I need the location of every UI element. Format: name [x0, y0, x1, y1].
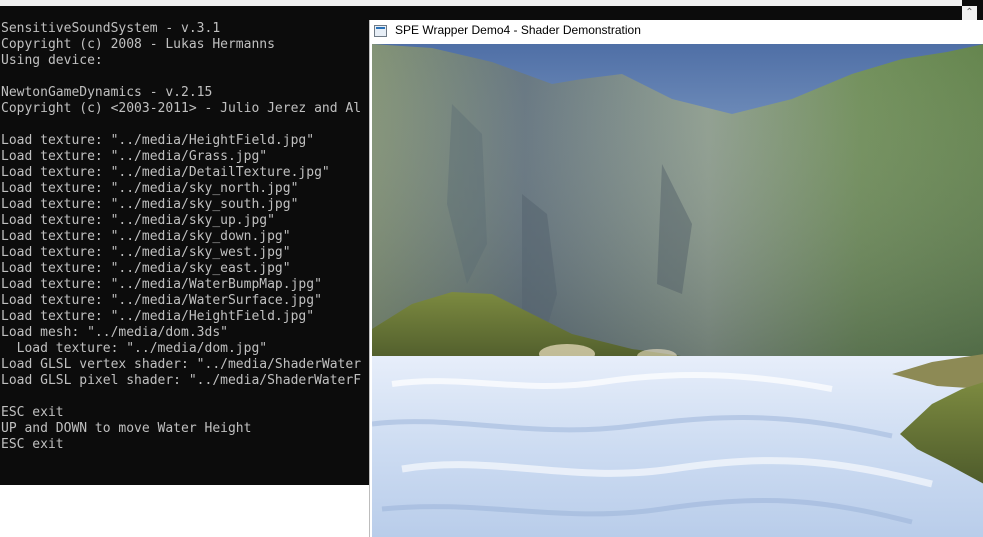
console-line: Load texture: "../media/DetailTexture.jp… [1, 165, 330, 180]
console-line: Load GLSL pixel shader: "../media/Shader… [1, 373, 362, 388]
console-line: Load GLSL vertex shader: "../media/Shade… [1, 357, 362, 372]
3d-viewport[interactable] [372, 44, 983, 537]
render-window[interactable]: SPE Wrapper Demo4 - Shader Demonstration [369, 20, 983, 537]
console-line: NewtonGameDynamics - v.2.15 [1, 85, 213, 100]
chevron-up-icon: ⌃ [965, 7, 974, 18]
application-icon [374, 25, 387, 37]
console-line: Load texture: "../media/sky_north.jpg" [1, 181, 299, 196]
console-line: Using device: [1, 53, 103, 68]
scroll-up-button[interactable]: ⌃ [962, 6, 977, 20]
window-title: SPE Wrapper Demo4 - Shader Demonstration [395, 23, 641, 37]
console-line: Load mesh: "../media/dom.3ds" [1, 325, 228, 340]
console-line: Load texture: "../media/WaterSurface.jpg… [1, 293, 322, 308]
console-line: Copyright (c) <2003-2011> - Julio Jerez … [1, 101, 362, 116]
console-line: ESC exit [1, 437, 64, 452]
console-line: ESC exit [1, 405, 64, 420]
console-line: SensitiveSoundSystem - v.3.1 [1, 21, 221, 36]
console-line: Load texture: "../media/dom.jpg" [1, 341, 268, 356]
console-line: Load texture: "../media/sky_west.jpg" [1, 245, 291, 260]
render-window-titlebar[interactable]: SPE Wrapper Demo4 - Shader Demonstration [370, 20, 983, 44]
console-line: Load texture: "../media/sky_up.jpg" [1, 213, 275, 228]
console-line: Load texture: "../media/Grass.jpg" [1, 149, 268, 164]
terrain-scene [372, 44, 983, 537]
console-line: Load texture: "../media/sky_south.jpg" [1, 197, 299, 212]
console-line: Load texture: "../media/HeightField.jpg" [1, 133, 315, 148]
console-line: Load texture: "../media/WaterBumpMap.jpg… [1, 277, 322, 292]
console-line: Load texture: "../media/HeightField.jpg" [1, 309, 315, 324]
console-line: UP and DOWN to move Water Height [1, 421, 252, 436]
console-line: Load texture: "../media/sky_down.jpg" [1, 229, 291, 244]
console-output: SensitiveSoundSystem - v.3.1 Copyright (c… [1, 21, 361, 453]
console-top-strip [0, 0, 962, 6]
console-line: Copyright (c) 2008 - Lukas Hermanns [1, 37, 275, 52]
console-line: Load texture: "../media/sky_east.jpg" [1, 261, 291, 276]
